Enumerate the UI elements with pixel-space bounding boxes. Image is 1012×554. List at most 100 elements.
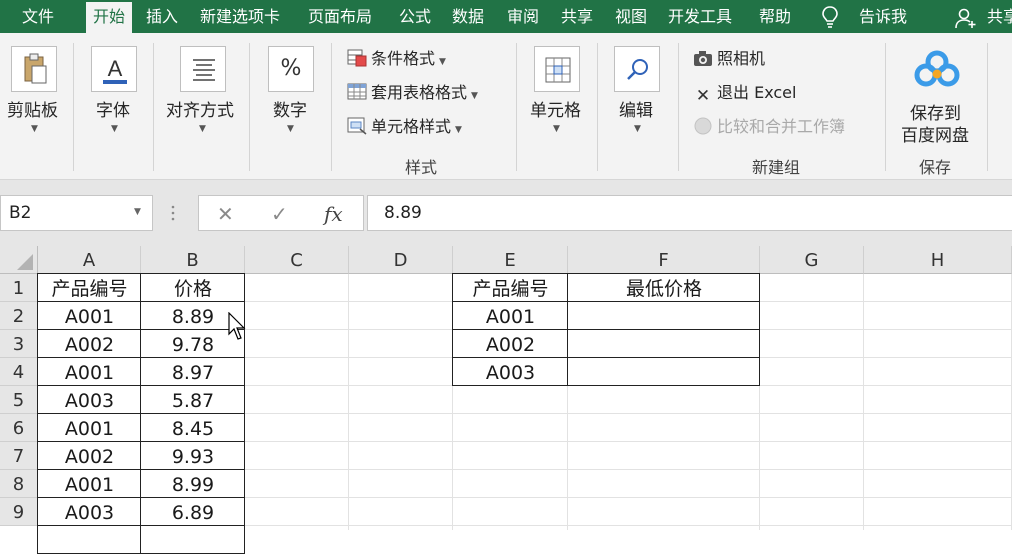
column-header-a[interactable]: A (38, 246, 141, 274)
row-header-3[interactable]: 3 (0, 330, 38, 358)
divider (885, 43, 886, 171)
tab-file[interactable]: 文件 (22, 0, 54, 33)
column-header-h[interactable]: H (864, 246, 1012, 274)
worksheet-grid[interactable]: ABCDEFGH 123456789 产品编号 价格 A001 8.89 A002 9.7… (0, 246, 1012, 554)
formula-buttons: ✕ ✓ fx (198, 195, 364, 231)
conditional-format-button[interactable]: 条件格式 ▼ (347, 47, 446, 71)
tab-insert[interactable]: 插入 (146, 0, 178, 33)
chevron-down-icon: ▼ (199, 124, 206, 134)
tab-new[interactable]: 新建选项卡 (200, 0, 280, 33)
svg-text:A: A (108, 56, 123, 81)
font-label: 字体 (96, 101, 130, 121)
compare-merge-label: 比较和合并工作簿 (717, 117, 846, 136)
camera-icon (694, 51, 712, 66)
table-border (37, 497, 245, 498)
table-border (37, 301, 245, 302)
save-group-label: 保存 (919, 158, 952, 177)
column-header-g[interactable]: G (760, 246, 864, 274)
tab-developer[interactable]: 开发工具 (668, 0, 732, 33)
tab-review[interactable]: 审阅 (507, 0, 539, 33)
tab-formulas[interactable]: 公式 (399, 0, 431, 33)
number-label: 数字 (273, 101, 307, 121)
formula-input[interactable]: 8.89 (367, 195, 1012, 231)
divider (73, 43, 74, 171)
conditional-format-label: 条件格式 (371, 49, 436, 68)
chevron-down-icon[interactable]: ▼ (134, 207, 141, 217)
editing-label: 编辑 (619, 101, 653, 121)
table-border (37, 525, 245, 526)
table-border (452, 329, 760, 330)
row-header-9[interactable]: 9 (0, 498, 38, 526)
column-header-f[interactable]: F (568, 246, 760, 274)
ribbon-tab-bar: 文件 开始 插入 新建选项卡 页面布局 公式 数据 审阅 共享 视图 开发工具 … (0, 0, 1012, 33)
camera-label: 照相机 (717, 49, 766, 68)
cells-label: 单元格 (530, 101, 581, 121)
row-header-7[interactable]: 7 (0, 442, 38, 470)
mouse-cursor-icon (228, 312, 246, 340)
chevron-down-icon: ▼ (439, 57, 446, 67)
column-header-d[interactable]: D (349, 246, 453, 274)
divider (987, 43, 988, 171)
tab-home[interactable]: 开始 (86, 2, 133, 33)
table-border (452, 357, 760, 358)
chevron-down-icon: ▼ (471, 91, 478, 101)
compare-merge-icon (694, 117, 712, 135)
enter-icon[interactable]: ✓ (271, 204, 288, 224)
row-header-1[interactable]: 1 (0, 274, 38, 302)
row-header-5[interactable]: 5 (0, 386, 38, 414)
row-header-4[interactable]: 4 (0, 358, 38, 386)
row-header-8[interactable]: 8 (0, 470, 38, 498)
chevron-down-icon: ▼ (634, 124, 641, 134)
select-all-button[interactable] (0, 246, 38, 274)
share-button[interactable]: 共享 (987, 0, 1012, 33)
name-box[interactable]: B2 (0, 195, 153, 231)
tab-page-layout[interactable]: 页面布局 (308, 0, 372, 33)
tab-help[interactable]: 帮助 (759, 0, 791, 33)
user-icon (955, 8, 976, 29)
align-center-icon (180, 46, 226, 92)
compare-merge-button[interactable]: 比较和合并工作簿 (693, 115, 845, 139)
table-border (37, 385, 245, 386)
table-format-icon (347, 83, 367, 100)
cell-styles-button[interactable]: 单元格样式 ▼ (347, 115, 462, 139)
divider (516, 43, 517, 171)
tab-view[interactable]: 视图 (615, 0, 647, 33)
tab-share[interactable]: 共享 (561, 0, 593, 33)
font-icon: A (91, 46, 137, 92)
chevron-down-icon: ▼ (287, 124, 294, 134)
lightbulb-icon (822, 6, 838, 28)
alignment-label: 对齐方式 (166, 101, 234, 121)
gridline (348, 274, 349, 530)
baidu-netdisk-icon (914, 50, 960, 87)
table-border (37, 329, 245, 330)
ribbon: 剪贴板 ▼ A 字体 ▼ 对齐方式 ▼ % 数字 ▼ 条件格式 ▼ 套用表格格式… (0, 33, 1012, 180)
cell-styles-icon (347, 117, 367, 135)
clipboard-label: 剪贴板 (7, 101, 58, 121)
chevron-down-icon: ▼ (111, 124, 118, 134)
camera-button[interactable]: 照相机 (693, 47, 765, 71)
cancel-icon[interactable]: ✕ (217, 204, 234, 224)
formula-bar: B2 ▼ ✕ ✓ fx 8.89 (0, 180, 1012, 246)
table-border (37, 357, 245, 358)
cells-icon (534, 46, 580, 92)
divider (331, 43, 332, 171)
insert-function-icon[interactable]: fx (324, 204, 343, 224)
exit-excel-button[interactable]: ✕ 退出 Excel (693, 81, 797, 105)
row-header-2[interactable]: 2 (0, 302, 38, 330)
tell-me-search[interactable]: 告诉我 (859, 0, 907, 33)
percent-icon: % (268, 46, 314, 92)
clipboard-icon (11, 46, 57, 92)
column-header-c[interactable]: C (245, 246, 349, 274)
column-header-b[interactable]: B (141, 246, 245, 274)
drag-handle-icon[interactable] (170, 204, 176, 222)
format-as-table-label: 套用表格格式 (371, 83, 468, 102)
save-to-label-line2: 百度网盘 (901, 126, 969, 146)
table-border (37, 441, 245, 442)
tab-data[interactable]: 数据 (452, 0, 484, 33)
row-header-6[interactable]: 6 (0, 414, 38, 442)
divider (249, 43, 250, 171)
format-as-table-button[interactable]: 套用表格格式 ▼ (347, 81, 478, 105)
chevron-down-icon: ▼ (455, 125, 462, 135)
column-header-e[interactable]: E (453, 246, 568, 274)
gridline (863, 274, 864, 530)
